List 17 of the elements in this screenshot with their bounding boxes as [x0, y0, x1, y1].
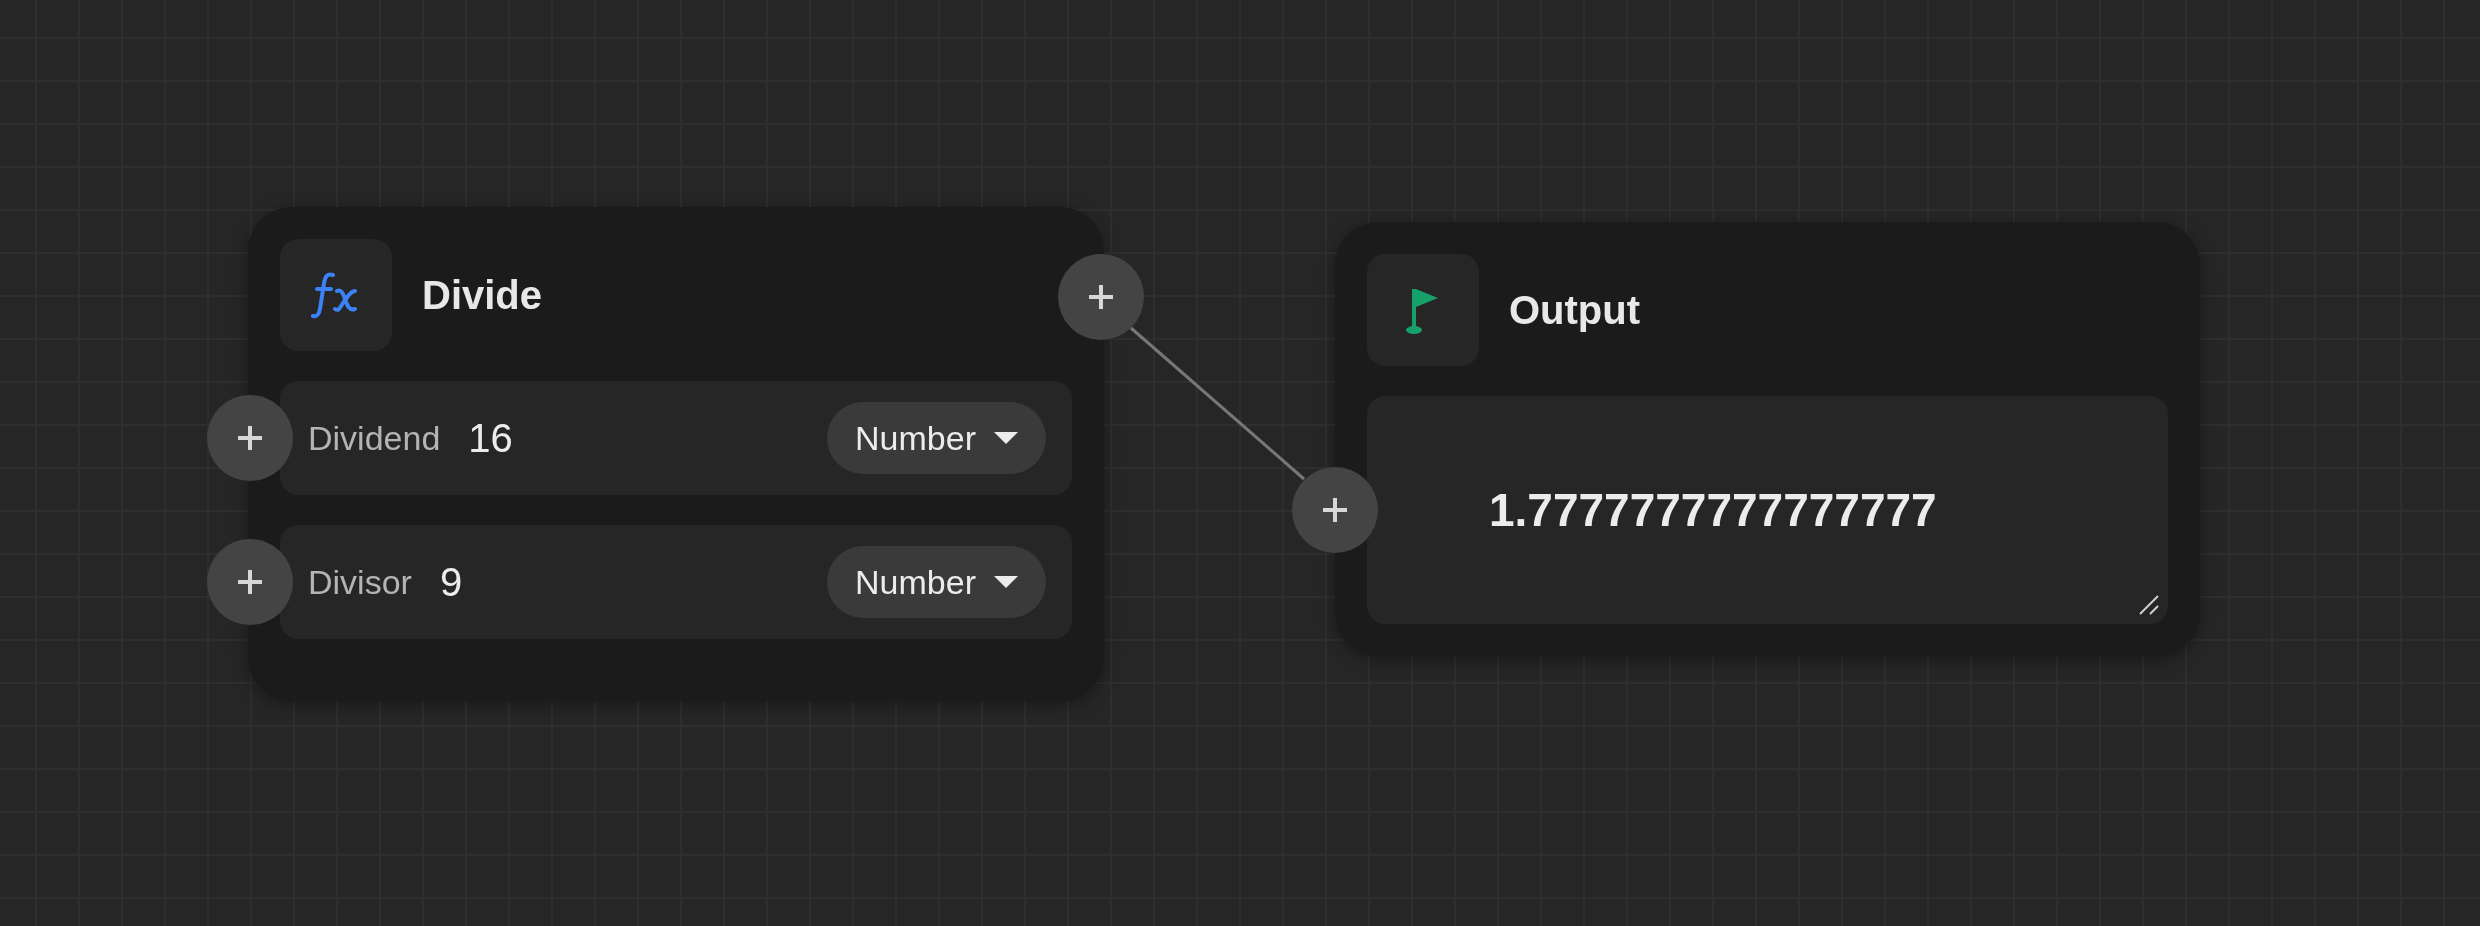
node-title: Output — [1509, 287, 1641, 334]
input-label: Divisor — [308, 561, 412, 603]
plus-icon — [1086, 282, 1116, 312]
plus-icon — [235, 567, 265, 597]
input-value: 16 — [468, 415, 513, 462]
type-dropdown[interactable]: Number — [827, 402, 1046, 474]
caret-icon — [994, 432, 1018, 444]
input-value: 9 — [439, 559, 463, 606]
connection-port[interactable] — [1292, 467, 1378, 553]
plus-icon — [1320, 495, 1350, 525]
output-value: 1.7777777777777777 — [1489, 482, 1937, 538]
node-title: Divide — [422, 272, 543, 319]
plus-icon — [235, 423, 265, 453]
type-dropdown[interactable]: Number — [827, 546, 1046, 618]
caret-icon — [994, 576, 1018, 588]
input-label: Dividend — [308, 417, 441, 459]
resize-handle-icon[interactable] — [2138, 594, 2160, 616]
